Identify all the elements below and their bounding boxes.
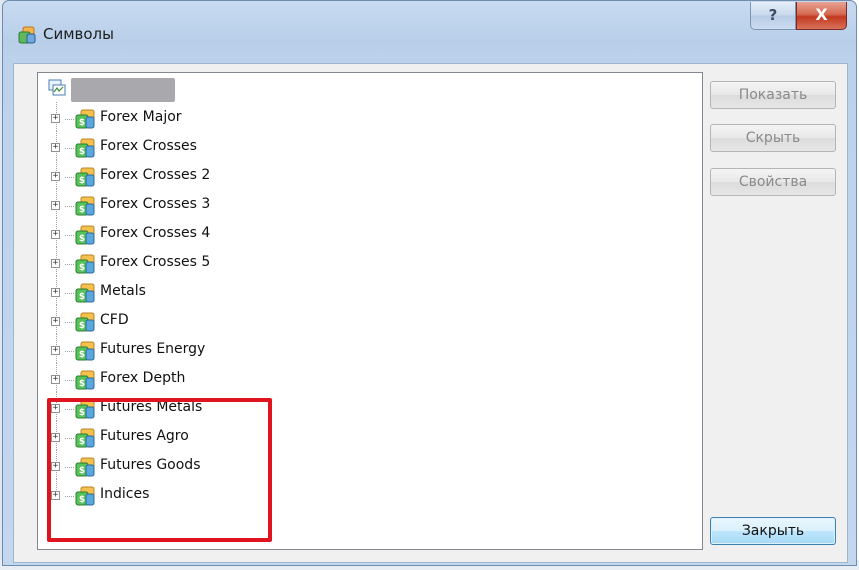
dialog-client-area: + $ Forex Major + $ Forex Crosses + $ Forex Cros… [13,63,848,563]
tree-item-label: Forex Crosses 4 [100,225,211,241]
symbol-folder-icon: $ [75,225,95,245]
symbol-folder-icon: $ [75,312,95,332]
symbol-folder-icon: $ [75,138,95,158]
tree-item[interactable]: + $ Forex Crosses 4 [38,218,698,250]
window-title: Символы [43,25,114,43]
expand-icon[interactable]: + [51,288,60,297]
symbol-folder-icon: $ [75,167,95,187]
tree-item-label: Forex Crosses 5 [100,254,211,270]
show-button[interactable]: Показать [710,81,836,109]
svg-text:$: $ [79,118,85,128]
tree-item-label: Metals [100,283,146,299]
tree-item[interactable]: + $ Futures Energy [38,334,698,366]
title-bar[interactable]: Символы ? X [3,1,856,63]
expand-icon[interactable]: + [51,143,60,152]
hide-button[interactable]: Скрыть [710,124,836,152]
expand-icon[interactable]: + [51,317,60,326]
svg-text:$: $ [79,321,85,331]
tree-root-label-redacted[interactable] [71,78,175,102]
highlight-box [47,398,272,542]
close-button[interactable]: Закрыть [710,517,836,545]
tree-connector-line [65,206,74,207]
tree-item[interactable]: + $ Forex Crosses 3 [38,189,698,221]
help-button[interactable]: ? [750,2,796,30]
symbol-folder-icon: $ [75,370,95,390]
svg-text:$: $ [79,292,85,302]
svg-text:$: $ [79,234,85,244]
symbol-folder-icon: $ [75,341,95,361]
tree-item[interactable]: + $ Forex Major [38,102,698,134]
tree-connector-line [65,264,74,265]
svg-text:$: $ [79,147,85,157]
symbol-folder-icon: $ [75,196,95,216]
tree-item[interactable]: + $ Forex Depth [38,363,698,395]
tree-item[interactable]: + $ Forex Crosses [38,131,698,163]
tree-connector-line [65,322,74,323]
tree-item[interactable]: + $ CFD [38,305,698,337]
tree-connector-line [65,119,74,120]
symbol-folder-icon: $ [75,109,95,129]
svg-text:$: $ [79,176,85,186]
window-close-button[interactable]: X [796,2,847,30]
tree-item-label: Forex Crosses 2 [100,167,211,183]
symbol-folder-icon: $ [75,254,95,274]
tree-item[interactable]: + $ Metals [38,276,698,308]
tree-item-label: Forex Depth [100,370,186,386]
properties-button[interactable]: Свойства [710,168,836,196]
expand-icon[interactable]: + [51,259,60,268]
svg-text:$: $ [79,379,85,389]
tree-item-label: Forex Major [100,109,182,125]
tree-connector-line [65,293,74,294]
expand-icon[interactable]: + [51,375,60,384]
symbols-dialog: Символы ? X + $ Forex Major + $ Forex Crosses… [2,0,857,566]
expand-icon[interactable]: + [51,201,60,210]
expand-icon[interactable]: + [51,172,60,181]
app-icon [18,26,36,44]
tree-connector-line [65,380,74,381]
tree-connector-line [65,351,74,352]
tree-connector-line [65,148,74,149]
tree-item[interactable]: + $ Forex Crosses 5 [38,247,698,279]
tree-item-label: Forex Crosses 3 [100,196,211,212]
tree-item-label: CFD [100,312,129,328]
server-root-icon [48,79,66,96]
svg-text:$: $ [79,350,85,360]
expand-icon[interactable]: + [51,230,60,239]
tree-connector-line [65,177,74,178]
svg-text:$: $ [79,205,85,215]
tree-item-label: Forex Crosses [100,138,197,154]
tree-item-label: Futures Energy [100,341,206,357]
tree-item[interactable]: + $ Forex Crosses 2 [38,160,698,192]
symbol-folder-icon: $ [75,283,95,303]
expand-icon[interactable]: + [51,114,60,123]
svg-text:$: $ [79,263,85,273]
tree-connector-line [65,235,74,236]
expand-icon[interactable]: + [51,346,60,355]
